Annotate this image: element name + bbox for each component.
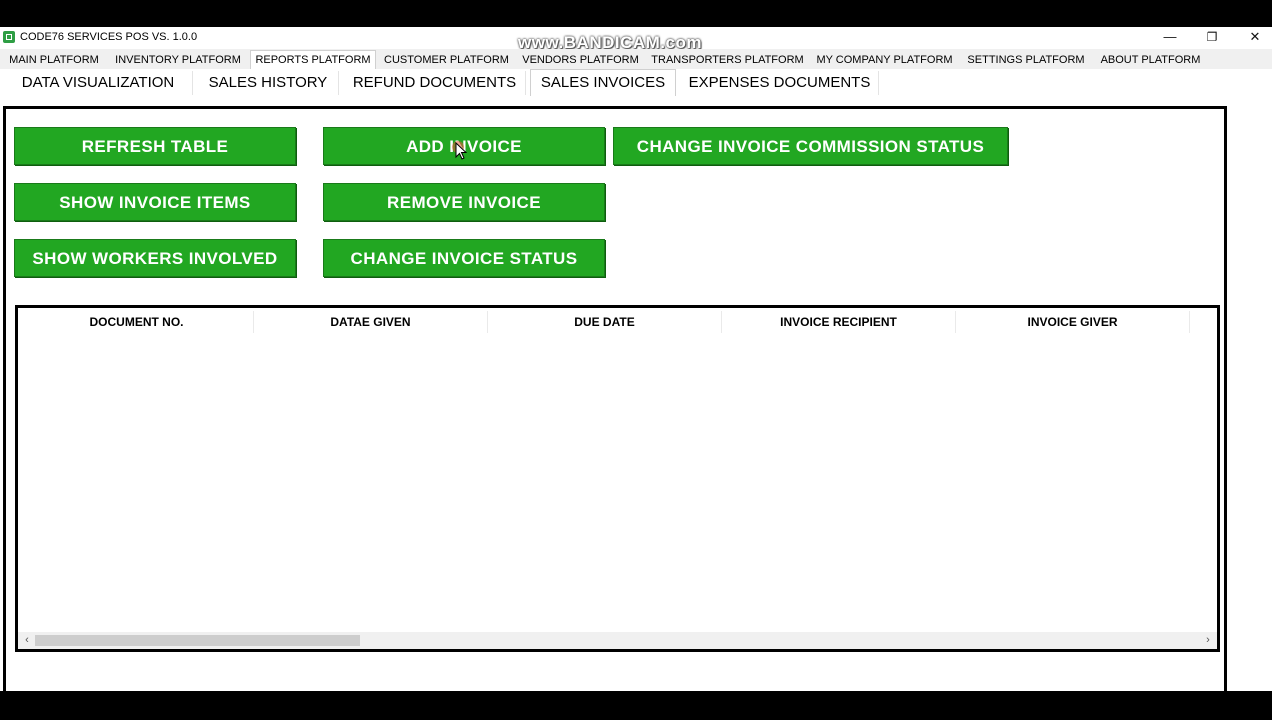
app-icon [3, 31, 15, 43]
change-invoice-status-button[interactable]: CHANGE INVOICE STATUS [323, 239, 605, 277]
tab-customer-platform[interactable]: CUSTOMER PLATFORM [382, 52, 511, 69]
refresh-table-button[interactable]: REFRESH TABLE [14, 127, 296, 165]
close-icon[interactable]: ✕ [1233, 27, 1272, 47]
tab-about-platform[interactable]: ABOUT PLATFORM [1097, 52, 1204, 69]
horizontal-scrollbar[interactable]: ‹ › [18, 632, 1217, 649]
column-invoice-giver[interactable]: INVOICE GIVER [956, 311, 1190, 333]
tab-expenses-documents[interactable]: EXPENSES DOCUMENTS [681, 71, 879, 95]
column-document-no[interactable]: DOCUMENT NO. [20, 311, 254, 333]
platform-tabs: MAIN PLATFORM INVENTORY PLATFORM REPORTS… [0, 49, 1272, 70]
sales-invoices-panel: REFRESH TABLE SHOW INVOICE ITEMS SHOW WO… [3, 106, 1227, 691]
scroll-left-icon[interactable]: ‹ [21, 633, 33, 648]
tab-my-company-platform[interactable]: MY COMPANY PLATFORM [814, 52, 955, 69]
scroll-right-icon[interactable]: › [1202, 633, 1214, 648]
minimize-icon[interactable]: — [1148, 27, 1192, 47]
tab-inventory-platform[interactable]: INVENTORY PLATFORM [113, 52, 243, 69]
restore-icon[interactable]: ❐ [1190, 27, 1234, 47]
window-title: CODE76 SERVICES POS VS. 1.0.0 [20, 31, 198, 43]
column-due-date[interactable]: DUE DATE [488, 311, 722, 333]
tab-main-platform[interactable]: MAIN PLATFORM [4, 52, 104, 69]
tab-sales-history[interactable]: SALES HISTORY [198, 71, 339, 95]
mouse-cursor-icon [452, 141, 468, 160]
column-invoice-recipient[interactable]: INVOICE RECIPIENT [722, 311, 956, 333]
tab-refund-documents[interactable]: REFUND DOCUMENTS [344, 71, 526, 95]
tab-vendors-platform[interactable]: VENDORS PLATFORM [519, 52, 642, 69]
tab-data-visualization[interactable]: DATA VISUALIZATION [4, 71, 193, 95]
tab-sales-invoices[interactable]: SALES INVOICES [530, 69, 676, 96]
title-bar: CODE76 SERVICES POS VS. 1.0.0 www.BANDIC… [0, 27, 1272, 52]
scrollbar-thumb[interactable] [35, 635, 360, 646]
invoices-table: DOCUMENT NO. DATAE GIVEN DUE DATE INVOIC… [15, 305, 1220, 652]
tab-settings-platform[interactable]: SETTINGS PLATFORM [963, 52, 1089, 69]
column-date-given[interactable]: DATAE GIVEN [254, 311, 488, 333]
tab-reports-platform[interactable]: REPORTS PLATFORM [250, 50, 376, 70]
remove-invoice-button[interactable]: REMOVE INVOICE [323, 183, 605, 221]
tab-transporters-platform[interactable]: TRANSPORTERS PLATFORM [650, 52, 805, 69]
table-header: DOCUMENT NO. DATAE GIVEN DUE DATE INVOIC… [20, 311, 1192, 333]
show-invoice-items-button[interactable]: SHOW INVOICE ITEMS [14, 183, 296, 221]
report-tabs: DATA VISUALIZATION SALES HISTORY REFUND … [0, 69, 1272, 96]
show-workers-involved-button[interactable]: SHOW WORKERS INVOLVED [14, 239, 296, 277]
application-window: CODE76 SERVICES POS VS. 1.0.0 www.BANDIC… [0, 27, 1272, 691]
change-invoice-commission-status-button[interactable]: CHANGE INVOICE COMMISSION STATUS [613, 127, 1008, 165]
